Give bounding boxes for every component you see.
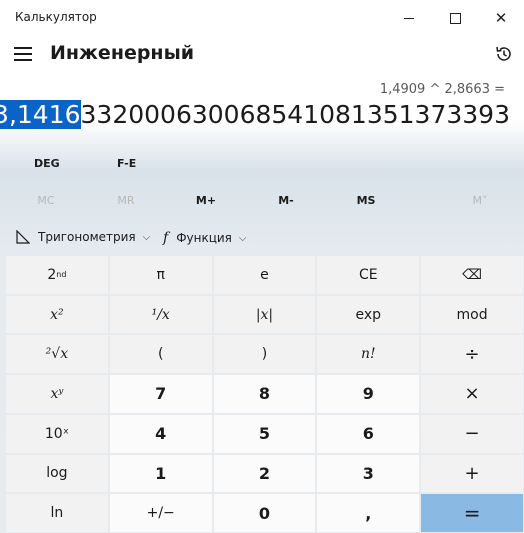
ln-button[interactable]: ln: [6, 494, 108, 532]
pi-button[interactable]: π: [109, 256, 212, 294]
square-button[interactable]: x²: [6, 295, 108, 334]
digit-9-button[interactable]: 9: [317, 375, 420, 413]
history-icon[interactable]: [494, 44, 514, 64]
equals-button[interactable]: =: [421, 494, 523, 532]
subtract-button[interactable]: −: [421, 414, 523, 453]
maximize-icon: [449, 12, 461, 24]
fe-toggle[interactable]: F-E: [117, 157, 136, 170]
title-bar: Калькулятор ✕: [0, 0, 524, 36]
second-function-button[interactable]: 2nd: [6, 256, 108, 294]
ten-power-button[interactable]: 10ˣ: [6, 414, 108, 453]
chevron-down-icon: ⌵: [238, 232, 247, 244]
chevron-down-icon: ⌵: [142, 231, 151, 243]
mod-button[interactable]: mod: [421, 295, 523, 334]
reciprocal-button[interactable]: ¹/x: [109, 295, 212, 334]
deg-toggle[interactable]: DEG: [34, 157, 60, 170]
close-button[interactable]: ✕: [478, 0, 524, 36]
absolute-value-button[interactable]: |x|: [213, 295, 316, 334]
app-title: Калькулятор: [15, 10, 97, 24]
memory-subtract-button[interactable]: M-: [256, 194, 316, 207]
mode-title: Инженерный: [50, 42, 195, 64]
calculator-window: Калькулятор ✕ Инженерный 1,4909 ^ 2,8663…: [0, 0, 524, 533]
negate-button[interactable]: +/−: [109, 494, 212, 532]
digit-3-button[interactable]: 3: [317, 454, 420, 493]
digit-1-button[interactable]: 1: [109, 454, 212, 493]
function-label: Функция: [176, 231, 232, 245]
trigonometry-label: Тригонометрия: [38, 230, 136, 244]
digit-8-button[interactable]: 8: [213, 375, 316, 413]
memory-recall-button[interactable]: MR: [96, 194, 156, 207]
memory-clear-button[interactable]: MC: [16, 194, 76, 207]
function-icon: f: [163, 230, 169, 246]
left-paren-button[interactable]: (: [109, 335, 212, 374]
square-root-button[interactable]: ²√x: [6, 335, 108, 374]
multiply-button[interactable]: ×: [421, 375, 523, 413]
memory-list-button[interactable]: M˅: [450, 194, 510, 207]
backspace-button[interactable]: ⌫: [421, 256, 523, 294]
e-button[interactable]: e: [213, 256, 316, 294]
power-button[interactable]: xʸ: [6, 375, 108, 413]
close-icon: ✕: [494, 9, 508, 27]
clear-entry-button[interactable]: CE: [317, 256, 420, 294]
digit-7-button[interactable]: 7: [109, 375, 212, 413]
result-rest-text[interactable]: 332000630068541081351373393: [81, 100, 510, 129]
digit-5-button[interactable]: 5: [213, 414, 316, 453]
keypad: 2nd π e CE ⌫ x² ¹/x |x| exp mod ²√x ( ) …: [6, 256, 523, 532]
digit-4-button[interactable]: 4: [109, 414, 212, 453]
digit-0-button[interactable]: 0: [213, 494, 316, 532]
result-display: 3,1416332000630068541081351373393: [0, 98, 510, 132]
hamburger-menu-icon[interactable]: [14, 47, 32, 61]
expression-display: 1,4909 ^ 2,8663 =: [379, 82, 505, 97]
memory-store-button[interactable]: MS: [336, 194, 396, 207]
trigonometry-dropdown[interactable]: Тригонометрия ⌵: [16, 230, 150, 244]
decimal-button[interactable]: ,: [317, 494, 420, 532]
digit-6-button[interactable]: 6: [317, 414, 420, 453]
factorial-button[interactable]: n!: [317, 335, 420, 374]
exp-button[interactable]: exp: [317, 295, 420, 334]
digit-2-button[interactable]: 2: [213, 454, 316, 493]
minimize-icon: [404, 17, 414, 19]
divide-button[interactable]: ÷: [421, 335, 523, 374]
add-button[interactable]: +: [421, 454, 523, 493]
minimize-button[interactable]: [386, 0, 432, 36]
log-button[interactable]: log: [6, 454, 108, 493]
triangle-ruler-icon: [16, 230, 30, 244]
function-dropdown[interactable]: f Функция ⌵: [163, 230, 247, 246]
right-paren-button[interactable]: ): [213, 335, 316, 374]
maximize-button[interactable]: [432, 0, 478, 36]
memory-add-button[interactable]: M+: [176, 194, 236, 207]
result-selected-text[interactable]: 3,1416: [0, 100, 81, 129]
